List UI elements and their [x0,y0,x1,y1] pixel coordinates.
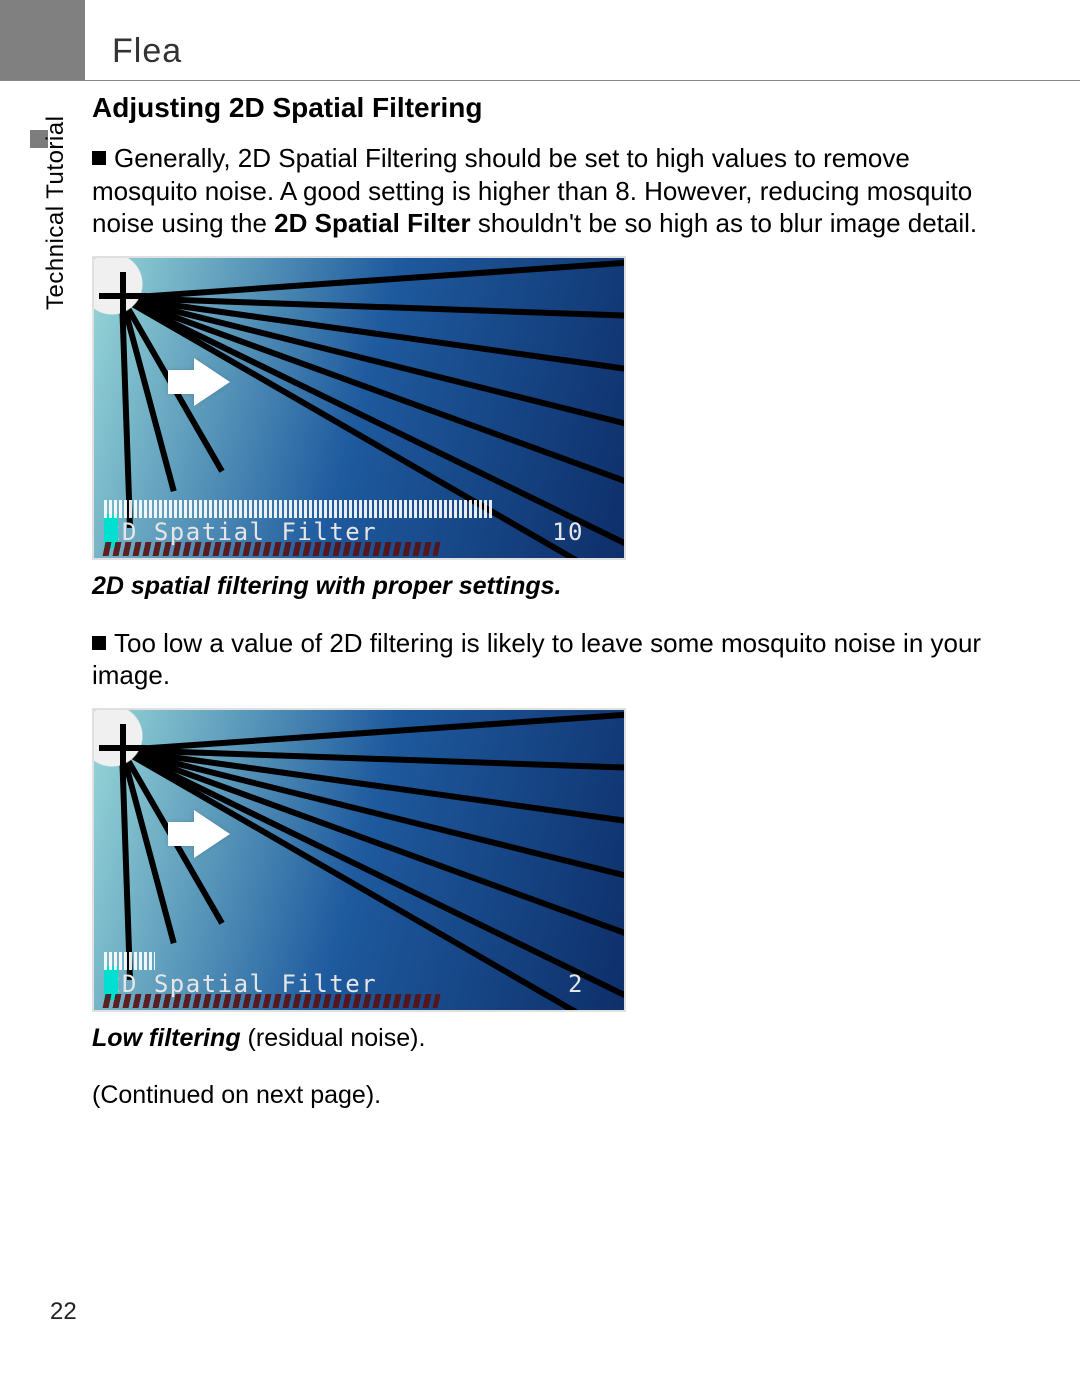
osd-lower-ticks [103,994,441,1008]
figure2-caption-strong: Low filtering [92,1024,241,1052]
crosshair-icon [99,272,147,320]
header-divider [0,80,1080,81]
figure1-caption: 2D spatial filtering with proper setting… [92,572,982,601]
chapter-title: Flea [112,32,182,71]
figure2-caption-rest: (residual noise). [241,1024,426,1052]
osd-lower-ticks [103,542,441,556]
figure2-caption: Low filtering (residual noise). [92,1024,982,1053]
osd-value: 2 [568,970,584,998]
para1-strong-term: 2D Spatial Filter [274,208,471,238]
page-content: Adjusting 2D Spatial Filtering Generally… [92,92,982,1135]
paragraph-low-value: Too low a value of 2D filtering is likel… [92,627,982,692]
test-pattern-line [122,708,626,753]
sidebar-section-label: Technical Tutorial [42,116,70,310]
osd-slider-scale [104,500,492,518]
arrow-right-icon [194,810,230,858]
paragraph-intro: Generally, 2D Spatial Filtering should b… [92,142,982,240]
section-heading: Adjusting 2D Spatial Filtering [92,92,982,124]
figure1-caption-text: 2D spatial filtering with proper setting… [92,572,562,600]
osd-bar: 2D Spatial Filter 2 [104,952,614,996]
manual-page: Flea Technical Tutorial Adjusting 2D Spa… [0,0,1080,1374]
continued-note: (Continued on next page). [92,1081,982,1110]
chapter-tab [0,0,85,80]
crosshair-icon [99,724,147,772]
figure-low-filtering: 2D Spatial Filter 2 [92,708,626,1012]
bullet-icon [92,636,106,650]
page-number: 22 [50,1298,77,1326]
test-pattern-line [122,256,626,301]
osd-value: 10 [552,518,584,546]
arrow-right-icon [194,358,230,406]
osd-bar: 2D Spatial Filter 10 [104,500,614,544]
osd-slider-scale [104,952,155,970]
para2-text: Too low a value of 2D filtering is likel… [92,628,981,691]
para1-text-trailing: shouldn't be so high as to blur image de… [471,208,978,238]
bullet-icon [92,151,106,165]
figure-proper-filtering: 2D Spatial Filter 10 [92,256,626,560]
